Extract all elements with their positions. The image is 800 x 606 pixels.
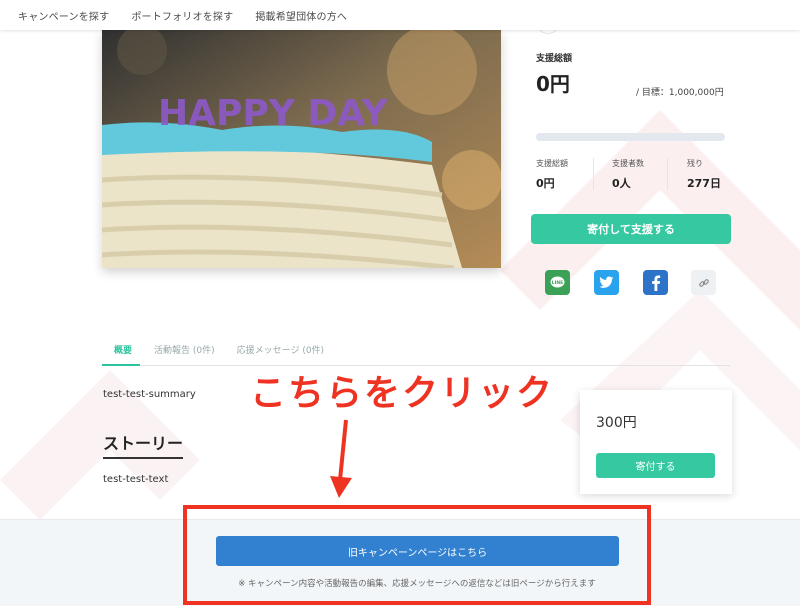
total-raised-label: 支援総額 (536, 54, 573, 64)
stat-divider (667, 158, 668, 190)
copy-link-button[interactable] (691, 270, 716, 295)
stat-supporters-label: 支援者数 (612, 159, 644, 168)
facebook-icon (651, 274, 660, 291)
campaign-hero-image: HAPPY DAY (102, 30, 501, 268)
annotation-highlight-box (183, 505, 651, 605)
tab-overview[interactable]: 概要 (102, 333, 141, 366)
annotation-click-here: こちらをクリック (250, 373, 555, 414)
top-nav: キャンペーンを探す ポートフォリオを探す 掲載希望団体の方へ (0, 0, 800, 30)
story-text: test-test-text (103, 474, 169, 485)
goal-amount: / 目標：1,000,000円 (636, 88, 724, 98)
nav-link-find-campaigns[interactable]: キャンペーンを探す (18, 8, 109, 23)
stat-remaining-label: 残り (687, 159, 703, 168)
stat-total-label: 支援総額 (536, 159, 568, 168)
content-tabs: 概要 活動報告 (0件) 応援メッセージ (0件) (102, 333, 730, 366)
share-facebook-button[interactable] (643, 270, 668, 295)
twitter-icon (599, 276, 614, 288)
svg-text:LINE: LINE (552, 280, 563, 286)
reward-donate-button[interactable]: 寄付する (596, 453, 715, 478)
share-line-button[interactable]: LINE (545, 270, 570, 295)
stat-divider (593, 158, 594, 190)
nav-link-for-organizations[interactable]: 掲載希望団体の方へ (255, 8, 347, 23)
link-icon (698, 278, 709, 287)
stat-remaining-value: 277日 (687, 177, 721, 190)
share-twitter-button[interactable] (594, 270, 619, 295)
total-raised-value: 0円 (536, 72, 570, 96)
reward-price: 300円 (596, 415, 637, 431)
campaign-summary: test-test-summary (103, 389, 196, 400)
stat-total-value: 0円 (536, 177, 555, 190)
story-heading: ストーリー (103, 430, 184, 459)
funding-progress-bar (536, 133, 725, 141)
candle-letters: HAPPY DAY (158, 93, 389, 134)
annotation-arrow-icon (330, 419, 352, 498)
tab-activity-reports[interactable]: 活動報告 (0件) (142, 333, 223, 366)
reward-card: 300円 寄付する (580, 390, 732, 494)
stat-supporters-value: 0人 (612, 177, 631, 190)
nav-link-find-portfolios[interactable]: ポートフォリオを探す (131, 8, 233, 23)
stat-supporters: 支援者数 0人 (612, 158, 644, 191)
stat-total: 支援総額 0円 (536, 158, 568, 191)
line-icon: LINE (550, 276, 565, 288)
stat-remaining: 残り 277日 (687, 158, 721, 191)
birthday-cake-illustration: HAPPY DAY (102, 30, 501, 268)
donate-support-button[interactable]: 寄付して支援する (531, 214, 731, 244)
tab-support-messages[interactable]: 応援メッセージ (0件) (225, 333, 332, 366)
